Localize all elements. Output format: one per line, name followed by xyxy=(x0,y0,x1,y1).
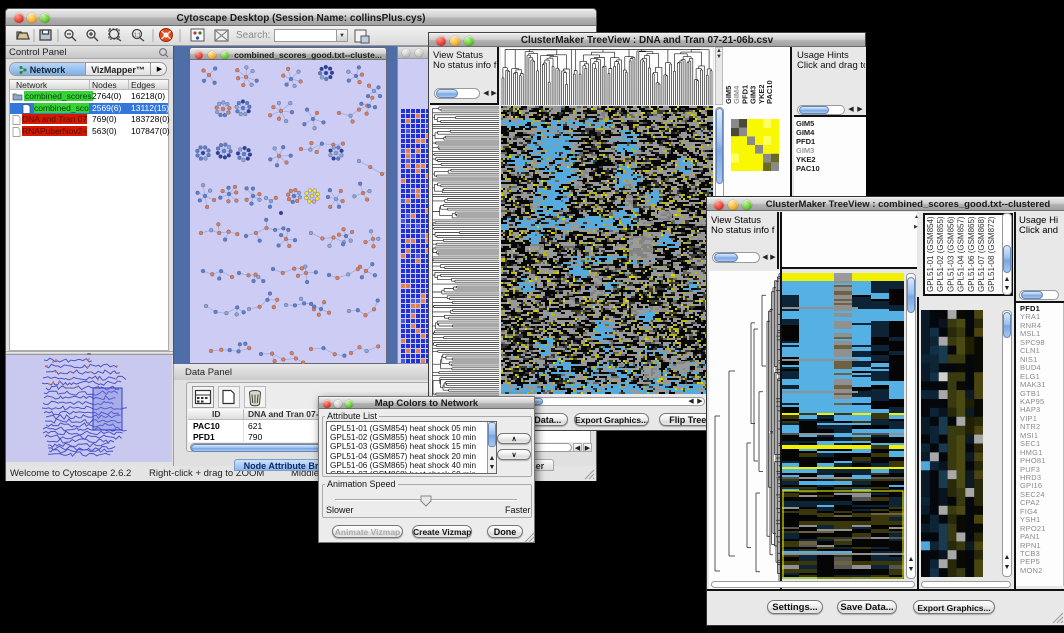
svg-text:GPL51-03 (GSM856): GPL51-03 (GSM856) xyxy=(946,216,955,292)
svg-text:PAC10: PAC10 xyxy=(765,80,774,104)
svg-text:GPL51-01 (GSM854): GPL51-01 (GSM854) xyxy=(926,216,935,292)
svg-text:GPL51-07 (GSM868): GPL51-07 (GSM868) xyxy=(977,216,986,292)
svg-text:GPL51-06 (GSM865): GPL51-06 (GSM865) xyxy=(967,216,976,292)
svg-text:GPL51-04 (GSM857): GPL51-04 (GSM857) xyxy=(957,216,966,292)
svg-text:GPL51-08 (GSM872): GPL51-08 (GSM872) xyxy=(987,216,996,292)
svg-text:1:1: 1:1 xyxy=(134,33,141,39)
svg-text:GPL51-02 (GSM855): GPL51-02 (GSM855) xyxy=(936,216,945,292)
